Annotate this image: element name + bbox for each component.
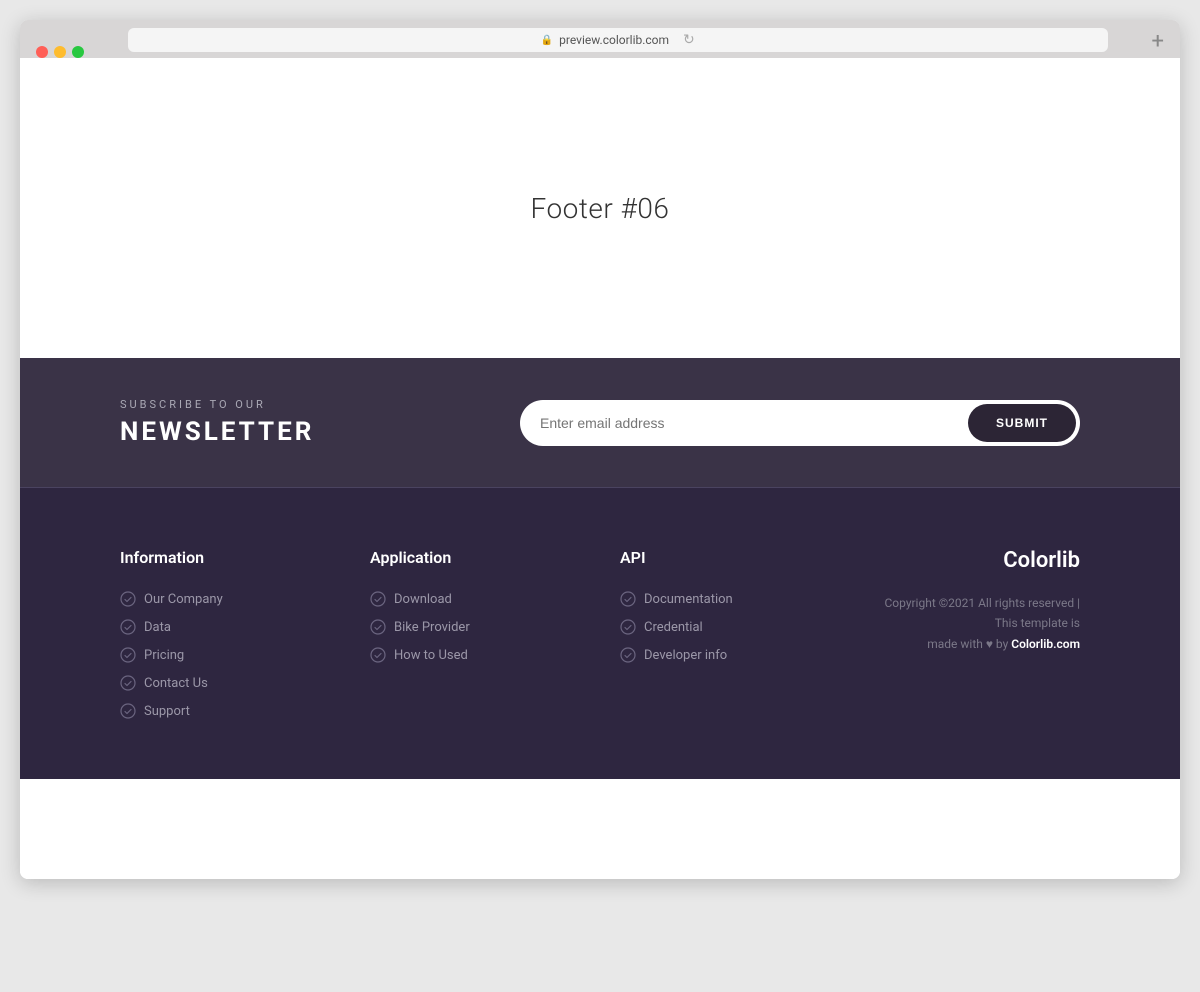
footer-link-contact-us-label: Contact Us [144,676,208,691]
footer-link-support-label: Support [144,704,190,719]
copyright-line1: Copyright ©2021 All rights reserved | Th… [884,596,1080,630]
circle-check-icon [120,619,136,635]
maximize-button[interactable] [72,46,84,58]
footer-col-information-title: Information [120,548,330,567]
new-tab-button[interactable]: + [1152,29,1164,58]
footer-link-download[interactable]: Download [370,591,580,607]
address-bar[interactable]: 🔒 preview.colorlib.com ↻ [128,28,1108,52]
lock-icon: 🔒 [541,35,553,46]
footer-link-data[interactable]: Data [120,619,330,635]
traffic-lights [36,46,84,58]
newsletter-submit-button[interactable]: SUBMIT [968,404,1076,442]
newsletter-sub-heading: SUBSCRIBE TO OUR [120,398,314,411]
bottom-area [20,779,1180,879]
newsletter-email-input[interactable] [540,415,968,431]
footer-links-information: Our Company Data [120,591,330,719]
footer-link-our-company-label: Our Company [144,592,223,607]
circle-check-icon [620,619,636,635]
circle-check-icon [120,703,136,719]
circle-check-icon [120,675,136,691]
circle-check-icon [620,647,636,663]
page-title: Footer #06 [531,192,670,225]
copyright-line2: made with ♥ by [927,637,1008,651]
footer-col-application: Application Download [370,548,580,719]
footer-section: Information Our Company [20,488,1180,779]
url-text: preview.colorlib.com [559,33,669,47]
footer-link-contact-us[interactable]: Contact Us [120,675,330,691]
footer-link-pricing[interactable]: Pricing [120,647,330,663]
footer-link-our-company[interactable]: Our Company [120,591,330,607]
minimize-button[interactable] [54,46,66,58]
newsletter-main-heading: NEWSLETTER [120,417,314,447]
newsletter-section: SUBSCRIBE TO OUR NEWSLETTER SUBMIT [20,358,1180,487]
circle-check-icon [370,619,386,635]
footer-link-bike-provider-label: Bike Provider [394,620,470,635]
footer-col-brand: Colorlib Copyright ©2021 All rights rese… [870,548,1080,719]
footer-link-how-to-used-label: How to Used [394,648,468,663]
circle-check-icon [620,591,636,607]
footer-link-bike-provider[interactable]: Bike Provider [370,619,580,635]
browser-tabs-bar: 🔒 preview.colorlib.com ↻ + [20,20,1180,58]
footer-link-credential[interactable]: Credential [620,619,830,635]
close-button[interactable] [36,46,48,58]
footer-link-support[interactable]: Support [120,703,330,719]
footer-brand-name: Colorlib [1003,548,1080,573]
footer-link-credential-label: Credential [644,620,703,635]
footer-col-api: API Documentation [620,548,830,719]
browser-window: 🔒 preview.colorlib.com ↻ + Footer #06 SU… [20,20,1180,879]
copyright-text: Copyright ©2021 All rights reserved | Th… [870,593,1080,654]
footer-col-api-title: API [620,548,830,567]
footer-link-how-to-used[interactable]: How to Used [370,647,580,663]
circle-check-icon [370,647,386,663]
circle-check-icon [120,647,136,663]
footer-link-documentation-label: Documentation [644,592,733,607]
content-area: Footer #06 SUBSCRIBE TO OUR NEWSLETTER S… [20,58,1180,879]
footer-links-application: Download Bike Provider [370,591,580,663]
footer-col-application-title: Application [370,548,580,567]
newsletter-label: SUBSCRIBE TO OUR NEWSLETTER [120,398,314,447]
footer-links-api: Documentation Credential [620,591,830,663]
footer-link-pricing-label: Pricing [144,648,184,663]
footer-link-developer-info[interactable]: Developer info [620,647,830,663]
newsletter-form: SUBMIT [520,400,1080,446]
reload-icon[interactable]: ↻ [683,32,695,48]
footer-link-developer-info-label: Developer info [644,648,727,663]
footer-link-download-label: Download [394,592,452,607]
page-header: Footer #06 [20,58,1180,358]
circle-check-icon [120,591,136,607]
footer-link-data-label: Data [144,620,171,635]
circle-check-icon [370,591,386,607]
copyright-brand-link[interactable]: Colorlib.com [1011,637,1080,651]
footer-grid: Information Our Company [120,548,1080,719]
footer-link-documentation[interactable]: Documentation [620,591,830,607]
footer-col-information: Information Our Company [120,548,330,719]
